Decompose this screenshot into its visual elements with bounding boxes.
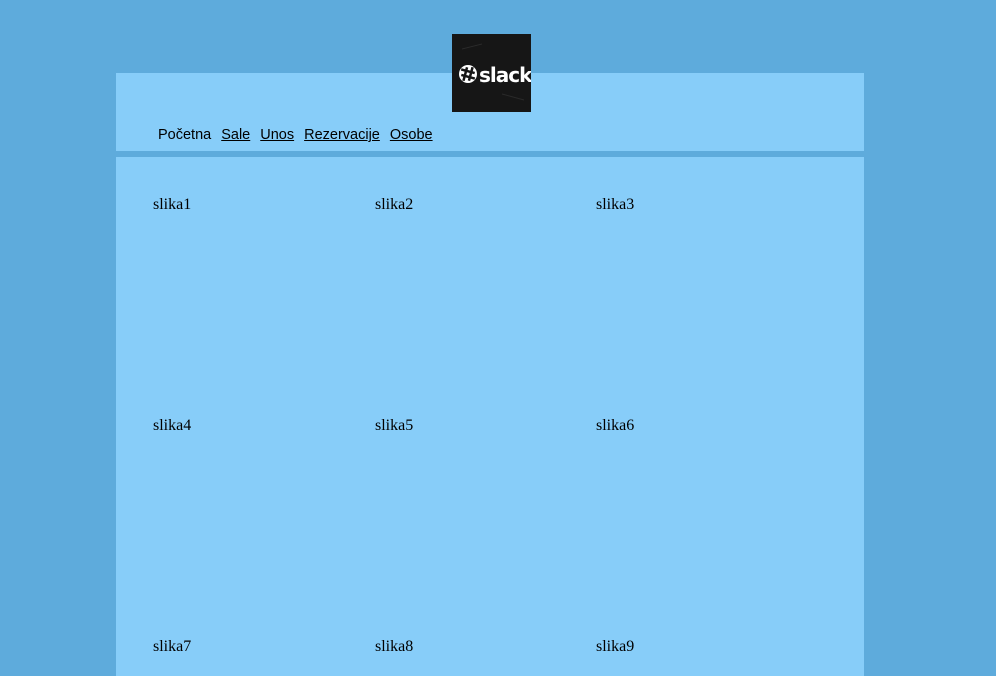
gallery-item-slika3: slika3 xyxy=(596,196,635,213)
gallery-item-slika2: slika2 xyxy=(375,196,414,213)
logo-text: slack xyxy=(479,63,531,87)
nav-link-osobe[interactable]: Osobe xyxy=(390,127,433,143)
gallery-item-slika8: slika8 xyxy=(375,638,414,655)
main-nav: Početna Sale Unos Rezervacije Osobe xyxy=(158,125,433,145)
gallery-item-slika1: slika1 xyxy=(153,196,192,213)
gallery-item-slika7: slika7 xyxy=(153,638,192,655)
slack-logo-icon: slack xyxy=(452,34,531,112)
nav-link-unos[interactable]: Unos xyxy=(260,127,294,143)
gallery-item-slika6: slika6 xyxy=(596,417,635,434)
nav-link-rezervacije[interactable]: Rezervacije xyxy=(304,127,380,143)
gallery-item-slika4: slika4 xyxy=(153,417,192,434)
gallery-item-slika9: slika9 xyxy=(596,638,635,655)
nav-link-sale[interactable]: Sale xyxy=(221,127,250,143)
slack-logo: slack xyxy=(452,34,531,112)
content-panel xyxy=(116,157,864,676)
gallery-item-slika5: slika5 xyxy=(375,417,414,434)
nav-item-pocetna[interactable]: Početna xyxy=(158,127,211,143)
